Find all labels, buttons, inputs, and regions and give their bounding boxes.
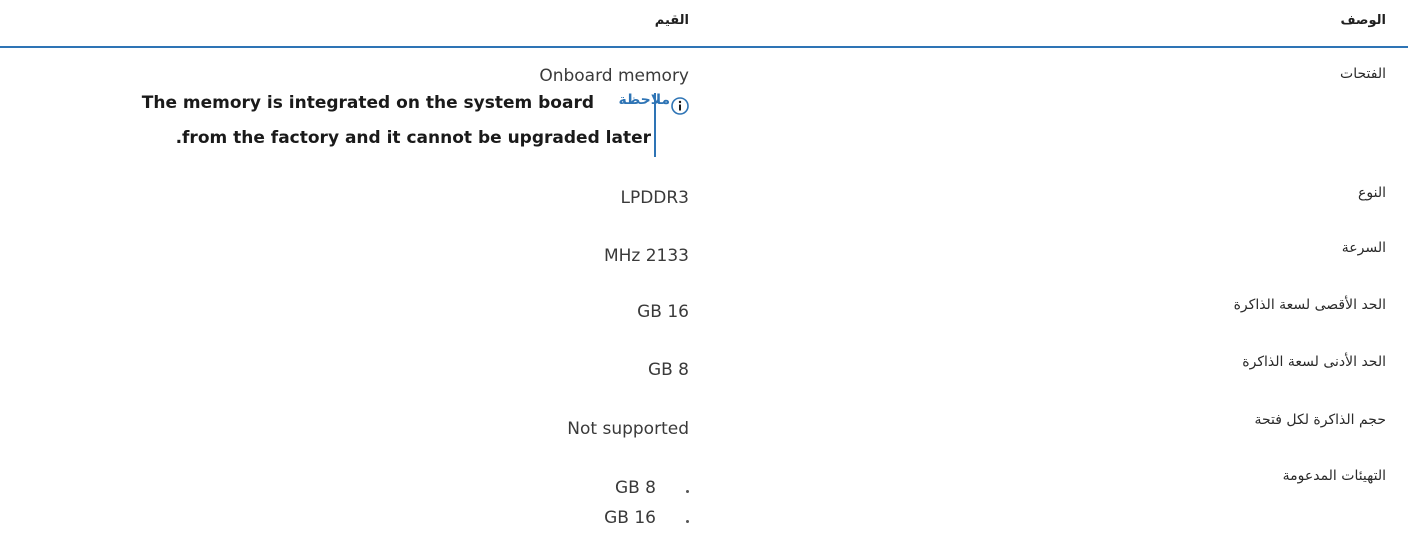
- note-label: ملاحظة: [618, 92, 670, 108]
- row-value: LPDDR3: [620, 188, 689, 208]
- info-circle-icon: [671, 97, 689, 115]
- row-label: حجم الذاكرة لكل فتحة: [1254, 412, 1386, 428]
- note-text-line-1: The memory is integrated on the system b…: [141, 93, 594, 113]
- bullet-icon: [686, 520, 689, 523]
- row-label: النوع: [1358, 185, 1386, 201]
- row-value: Not supported: [567, 419, 689, 439]
- row-value: Onboard memory: [539, 66, 689, 86]
- note-text-line-2: .from the factory and it cannot be upgra…: [175, 128, 651, 148]
- list-item: GB 16: [604, 508, 689, 538]
- memory-specs-table: الوصف القيم الفتحات Onboard memory ملاحظ…: [0, 0, 1408, 536]
- header-description: الوصف: [1340, 13, 1386, 28]
- row-value: GB 8: [647, 360, 689, 380]
- header-values: القيم: [654, 13, 689, 28]
- note-callout: ملاحظة The memory is integrated on the s…: [54, 92, 689, 157]
- row-label: الحد الأدنى لسعة الذاكرة: [1242, 354, 1386, 370]
- row-label: الفتحات: [1340, 66, 1386, 82]
- table-header: الوصف القيم: [0, 0, 1408, 48]
- bullet-icon: [686, 490, 689, 493]
- row-label: السرعة: [1341, 240, 1386, 256]
- row-label: الحد الأقصى لسعة الذاكرة: [1233, 297, 1386, 313]
- row-label: التهيئات المدعومة: [1282, 468, 1386, 484]
- row-value: MHz 2133: [603, 246, 689, 266]
- supported-configurations-list: GB 8 GB 16: [604, 478, 689, 538]
- list-item: GB 8: [604, 478, 689, 508]
- row-value: GB 16: [637, 302, 689, 322]
